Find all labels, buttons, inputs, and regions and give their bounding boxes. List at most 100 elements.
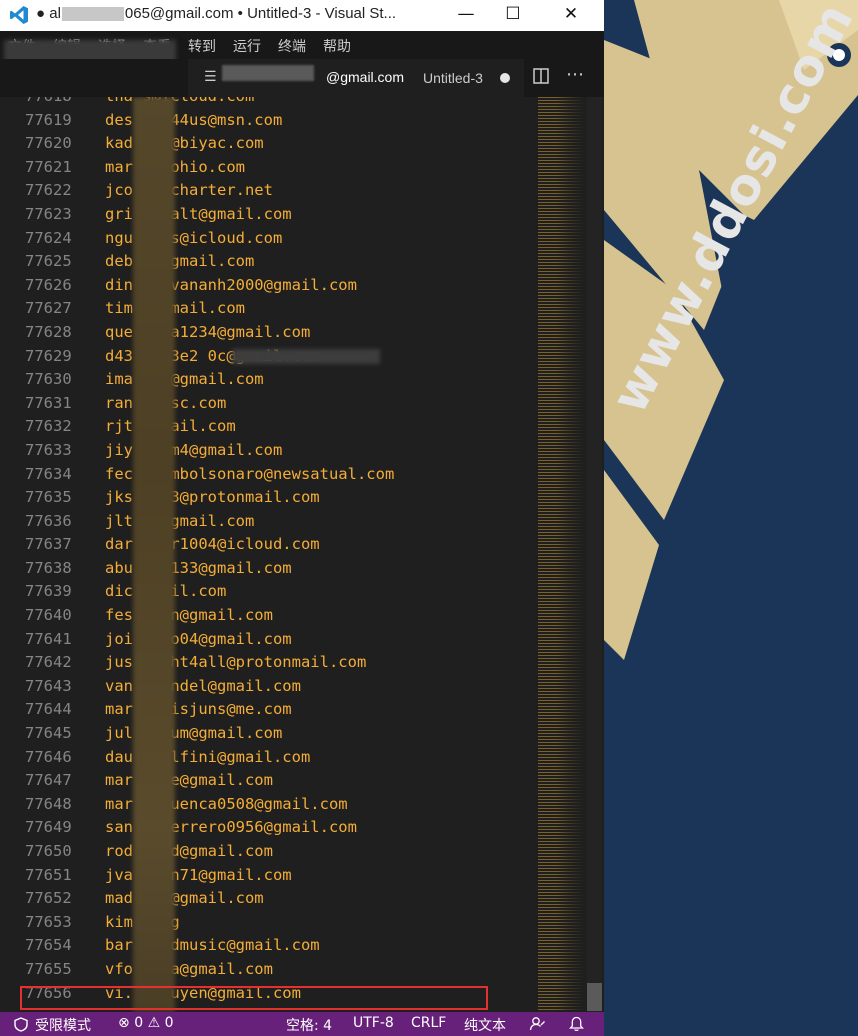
code-line[interactable]: 77632 rjt @gmail.com [0, 415, 540, 439]
code-line[interactable]: 77647 mar vane@gmail.com [0, 769, 540, 793]
code-line[interactable]: 77624 ngu 01us@icloud.com [0, 227, 540, 251]
menu-go[interactable]: 转到 [188, 36, 216, 56]
code-line[interactable]: 77653kim t.kg [0, 911, 540, 935]
code-line[interactable]: 77633 jiy leem4@gmail.com [0, 439, 540, 463]
code-line[interactable]: 77625 deb in@gmail.com [0, 250, 540, 274]
minimap[interactable] [538, 97, 584, 1012]
line-number: 77655 [25, 959, 72, 978]
code-line[interactable]: 77654 bar orldmusic@gmail.com [0, 934, 540, 958]
code-line[interactable]: 77636 jlt la@gmail.com [0, 510, 540, 534]
tab-bar: ☰ @gmail.com Untitled-3 [0, 59, 604, 97]
encoding-item[interactable]: UTF-8 [353, 1015, 394, 1031]
warning-icon: ⚠ [147, 1015, 161, 1031]
line-number: 77618 [25, 97, 72, 109]
code-line[interactable]: 77645 jul .brum@gmail.com [0, 722, 540, 746]
email-text: vfo rola@gmail.com [105, 959, 273, 978]
line-number: 77649 [25, 818, 72, 837]
line-number: 77630 [25, 370, 72, 389]
line-number: 77621 [25, 157, 72, 176]
line-number: 77625 [25, 252, 72, 271]
unsaved-dot-icon[interactable] [500, 73, 510, 83]
code-line[interactable]: 77629 d43 f323e2 0c@gmail.com [0, 345, 540, 369]
code-line[interactable]: 77623 gri n.walt@gmail.com [0, 203, 540, 227]
code-line[interactable]: 77630 ima 763@gmail.com [0, 368, 540, 392]
title-suffix: 065@gmail.com • Untitled-3 - Visual St..… [124, 5, 397, 22]
indentation-item[interactable]: 空格: 4 [286, 1015, 332, 1035]
code-line[interactable]: 77650 rod .lud@gmail.com [0, 840, 540, 864]
code-line[interactable]: 77618 tha s@icloud.com [0, 97, 540, 109]
vertical-scrollbar[interactable] [587, 97, 602, 1012]
redaction-overlay [133, 97, 175, 1012]
code-line[interactable]: 77628 que orta1234@gmail.com [0, 321, 540, 345]
code-line[interactable]: 77627 tim 9@gmail.com [0, 297, 540, 321]
code-line[interactable]: 77635 jks erd3@protonmail.com [0, 486, 540, 510]
code-line[interactable]: 77651 jva veln71@gmail.com [0, 864, 540, 888]
code-lines: 77618 tha s@icloud.com 77619 des ose44us@ms… [0, 97, 540, 1005]
line-number: 77646 [25, 747, 72, 766]
code-line[interactable]: 77642 jus ought4all@protonmail.com [0, 651, 540, 675]
code-line[interactable]: 77620 kad kka@biyac.com [0, 132, 540, 156]
menu-run[interactable]: 运行 [233, 36, 261, 56]
code-line[interactable]: 77631 ran odasc.com [0, 392, 540, 416]
language-mode-item[interactable]: 纯文本 [464, 1015, 506, 1035]
code-line[interactable]: 77621 mar rk4ohio.com [0, 156, 540, 180]
line-number: 77638 [25, 558, 72, 577]
code-line[interactable]: 77640 fes rson@gmail.com [0, 604, 540, 628]
line-number: 77647 [25, 771, 72, 790]
text-file-icon: ☰ [204, 69, 217, 85]
line-redaction [232, 348, 380, 364]
line-number: 77639 [25, 582, 72, 601]
line-number: 77641 [25, 629, 72, 648]
line-number: 77652 [25, 889, 72, 908]
email-text: tha s@icloud.com [105, 97, 254, 109]
code-line[interactable]: 77626 din yenvananh2000@gmail.com [0, 274, 540, 298]
email-text: mar vane@gmail.com [105, 771, 273, 790]
line-number: 77620 [25, 134, 72, 153]
menu-terminal[interactable]: 终端 [278, 36, 306, 56]
code-line[interactable]: 77637 dar aper1004@icloud.com [0, 533, 540, 557]
email-text: rod .lud@gmail.com [105, 842, 273, 860]
code-line[interactable]: 77643 van .wendel@gmail.com [0, 675, 540, 699]
code-line[interactable]: 77646 dau edelfini@gmail.com [0, 746, 540, 770]
line-number: 77653 [25, 912, 72, 931]
restricted-mode-label: 受限模式 [35, 1018, 91, 1034]
problems-item[interactable]: ⊗ 0 ⚠ 0 [118, 1015, 174, 1031]
title-bar: ● al 065@gmail.com • Untitled-3 - Visual … [0, 0, 604, 31]
code-line[interactable]: 77644 mar j.misjuns@me.com [0, 698, 540, 722]
code-line[interactable]: 77622 jco 72@charter.net [0, 179, 540, 203]
line-number: 77632 [25, 417, 72, 436]
code-line[interactable]: 77648 mar nocuenca0508@gmail.com [0, 793, 540, 817]
more-actions-icon[interactable]: ⋯ [566, 64, 585, 85]
line-number: 77629 [25, 346, 72, 365]
split-editor-icon[interactable] [533, 68, 549, 84]
scrollbar-thumb[interactable] [587, 983, 602, 1011]
email-text: jco 72@charter.net [105, 181, 273, 200]
code-line[interactable]: 77649 san oguerrero0956@gmail.com [0, 816, 540, 840]
line-number: 77635 [25, 488, 72, 507]
code-line[interactable]: 77655 vfo rola@gmail.com [0, 958, 540, 982]
editor-area[interactable]: 77618 tha s@icloud.com 77619 des ose44us@ms… [0, 97, 604, 1012]
error-count: 0 [134, 1015, 144, 1031]
editor-tab[interactable]: ☰ @gmail.com Untitled-3 [188, 59, 524, 97]
code-line[interactable]: 77638 abu d21133@gmail.com [0, 557, 540, 581]
code-line[interactable]: 77652 mad 705@gmail.com [0, 887, 540, 911]
menu-help[interactable]: 帮助 [323, 36, 351, 56]
code-line[interactable]: 77634 fec scombolsonaro@newsatual.com [0, 463, 540, 487]
line-number: 77622 [25, 181, 72, 200]
bell-icon[interactable] [569, 1016, 584, 1032]
code-line[interactable]: 77641 joi piro04@gmail.com [0, 628, 540, 652]
restricted-mode-item[interactable]: 受限模式 [0, 1012, 108, 1036]
close-button[interactable]: ✕ [548, 0, 594, 31]
line-number: 77631 [25, 393, 72, 412]
line-number: 77623 [25, 204, 72, 223]
code-line[interactable]: 77619 des ose44us@msn.com [0, 109, 540, 133]
minimize-button[interactable]: — [443, 0, 489, 31]
maximize-button[interactable]: ☐ [490, 0, 536, 31]
eol-item[interactable]: CRLF [411, 1015, 446, 1031]
feedback-icon[interactable] [529, 1016, 546, 1032]
line-number: 77626 [25, 275, 72, 294]
line-number: 77651 [25, 865, 72, 884]
line-number: 77645 [25, 724, 72, 743]
code-line[interactable]: 77639 dic gmail.com [0, 580, 540, 604]
line-number: 77654 [25, 936, 72, 955]
